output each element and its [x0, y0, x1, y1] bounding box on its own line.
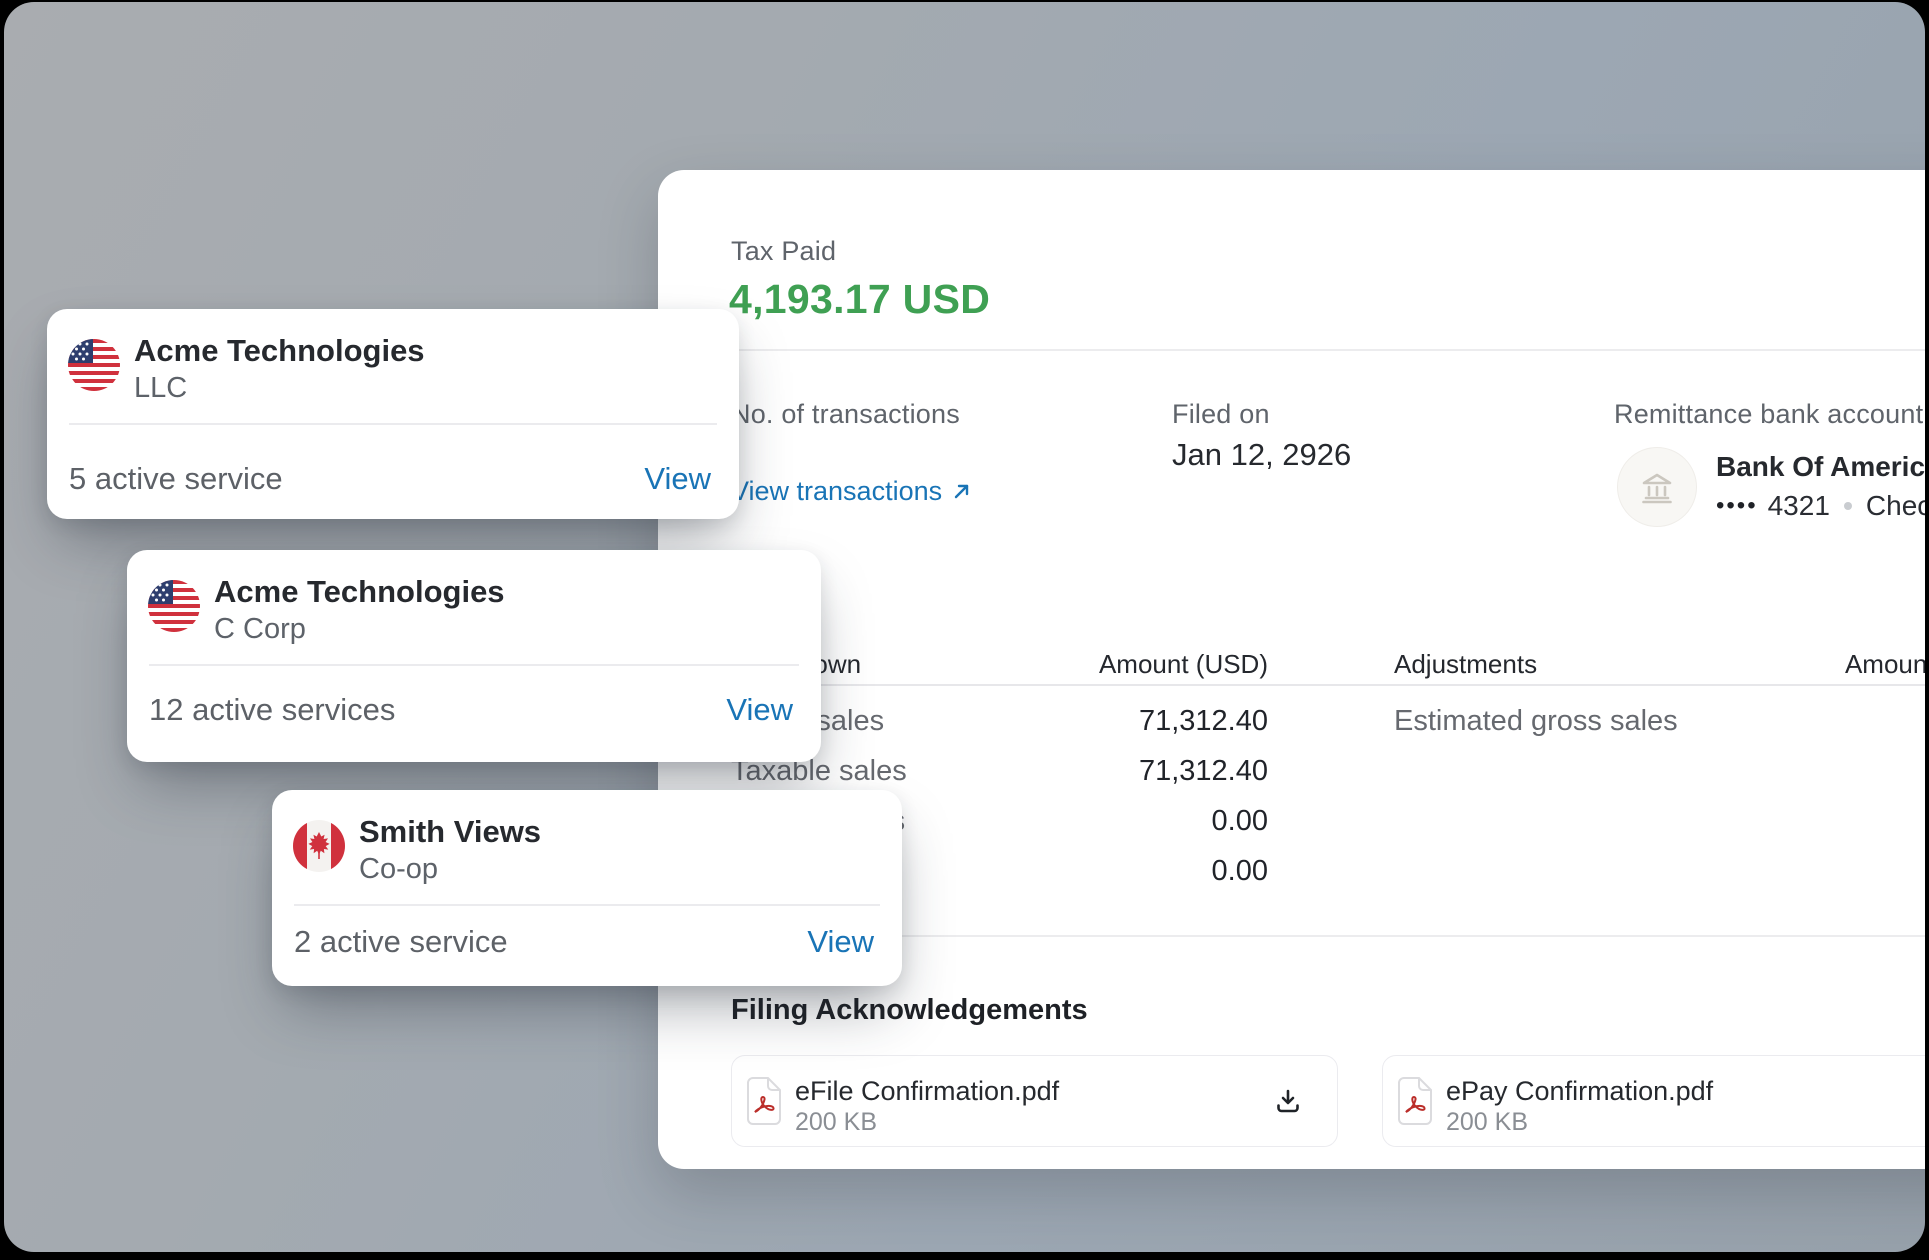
entity-card-smith-views: Smith Views Co-op 2 active service View [272, 790, 902, 986]
download-button[interactable] [1269, 1082, 1307, 1120]
desktop-background: Tax Paid 4,193.17 USD No. of transaction… [4, 2, 1925, 1252]
view-entity-link[interactable]: View [644, 461, 711, 497]
bank-account-summary: •••• 4321 Checking [1716, 490, 1925, 522]
entity-card-acme-ccorp: Acme Technologies C Corp 12 active servi… [127, 550, 821, 762]
file-name: ePay Confirmation.pdf [1446, 1076, 1713, 1107]
divider [731, 935, 1925, 937]
card-divider [149, 664, 799, 666]
entity-type: C Corp [214, 613, 306, 646]
entity-type: LLC [134, 372, 187, 405]
adjustments-column-header: Adjustments [1394, 649, 1537, 680]
pdf-file-icon [744, 1075, 788, 1127]
active-services-count: 2 active service [294, 924, 508, 960]
canada-flag-icon [293, 820, 345, 872]
dot-separator [1844, 502, 1852, 510]
us-flag-icon [148, 580, 200, 632]
breakdown-amount-header: Amount (USD) [1008, 649, 1268, 680]
active-services-count: 12 active services [149, 692, 395, 728]
card-divider [69, 423, 717, 425]
filed-on-value: Jan 12, 2926 [1172, 437, 1351, 473]
breakdown-row-value: 0.00 [1008, 805, 1268, 838]
account-type: Checking [1866, 490, 1925, 522]
divider [731, 349, 1925, 351]
adjustments-amount-header: Amount (USD) [1794, 649, 1925, 680]
filed-on-label: Filed on [1172, 399, 1270, 430]
view-entity-link[interactable]: View [726, 692, 793, 728]
entity-type: Co-op [359, 853, 438, 886]
entity-name: Acme Technologies [214, 574, 505, 610]
file-card-efile[interactable]: eFile Confirmation.pdf 200 KB [731, 1055, 1338, 1147]
entity-name: Smith Views [359, 814, 541, 850]
file-card-epay[interactable]: ePay Confirmation.pdf 200 KB [1382, 1055, 1925, 1147]
us-flag-icon [68, 339, 120, 391]
view-entity-link[interactable]: View [807, 924, 874, 960]
tax-filing-panel: Tax Paid 4,193.17 USD No. of transaction… [658, 170, 1925, 1169]
bank-avatar [1617, 447, 1697, 527]
active-services-count: 5 active service [69, 461, 283, 497]
card-divider [294, 904, 880, 906]
remittance-bank-label: Remittance bank account [1614, 399, 1923, 430]
bank-icon [1637, 467, 1677, 507]
file-name: eFile Confirmation.pdf [795, 1076, 1059, 1107]
transactions-label: No. of transactions [731, 399, 960, 430]
download-icon [1274, 1087, 1302, 1115]
account-last4: 4321 [1768, 490, 1830, 522]
view-transactions-text: View transactions [731, 476, 942, 507]
view-transactions-link[interactable]: View transactions [731, 476, 972, 507]
entity-card-acme-llc: Acme Technologies LLC 5 active service V… [47, 309, 739, 519]
tax-paid-amount: 4,193.17 USD [729, 276, 990, 323]
file-size: 200 KB [795, 1108, 877, 1137]
bank-name: Bank Of America [1716, 451, 1925, 483]
breakdown-row-value: 0.00 [1008, 855, 1268, 888]
breakdown-row-value: 71,312.40 [1008, 755, 1268, 788]
adjustments-row-label: Estimated gross sales [1394, 705, 1678, 738]
entity-name: Acme Technologies [134, 333, 425, 369]
acknowledgements-title: Filing Acknowledgements [731, 994, 1088, 1027]
breakdown-row-value: 71,312.40 [1008, 705, 1268, 738]
external-link-icon [951, 481, 972, 502]
account-mask: •••• [1716, 492, 1758, 520]
tax-paid-label: Tax Paid [731, 236, 836, 267]
table-header-underline [731, 684, 1925, 686]
download-button[interactable] [1920, 1082, 1925, 1120]
file-size: 200 KB [1446, 1108, 1528, 1137]
pdf-file-icon [1395, 1075, 1439, 1127]
